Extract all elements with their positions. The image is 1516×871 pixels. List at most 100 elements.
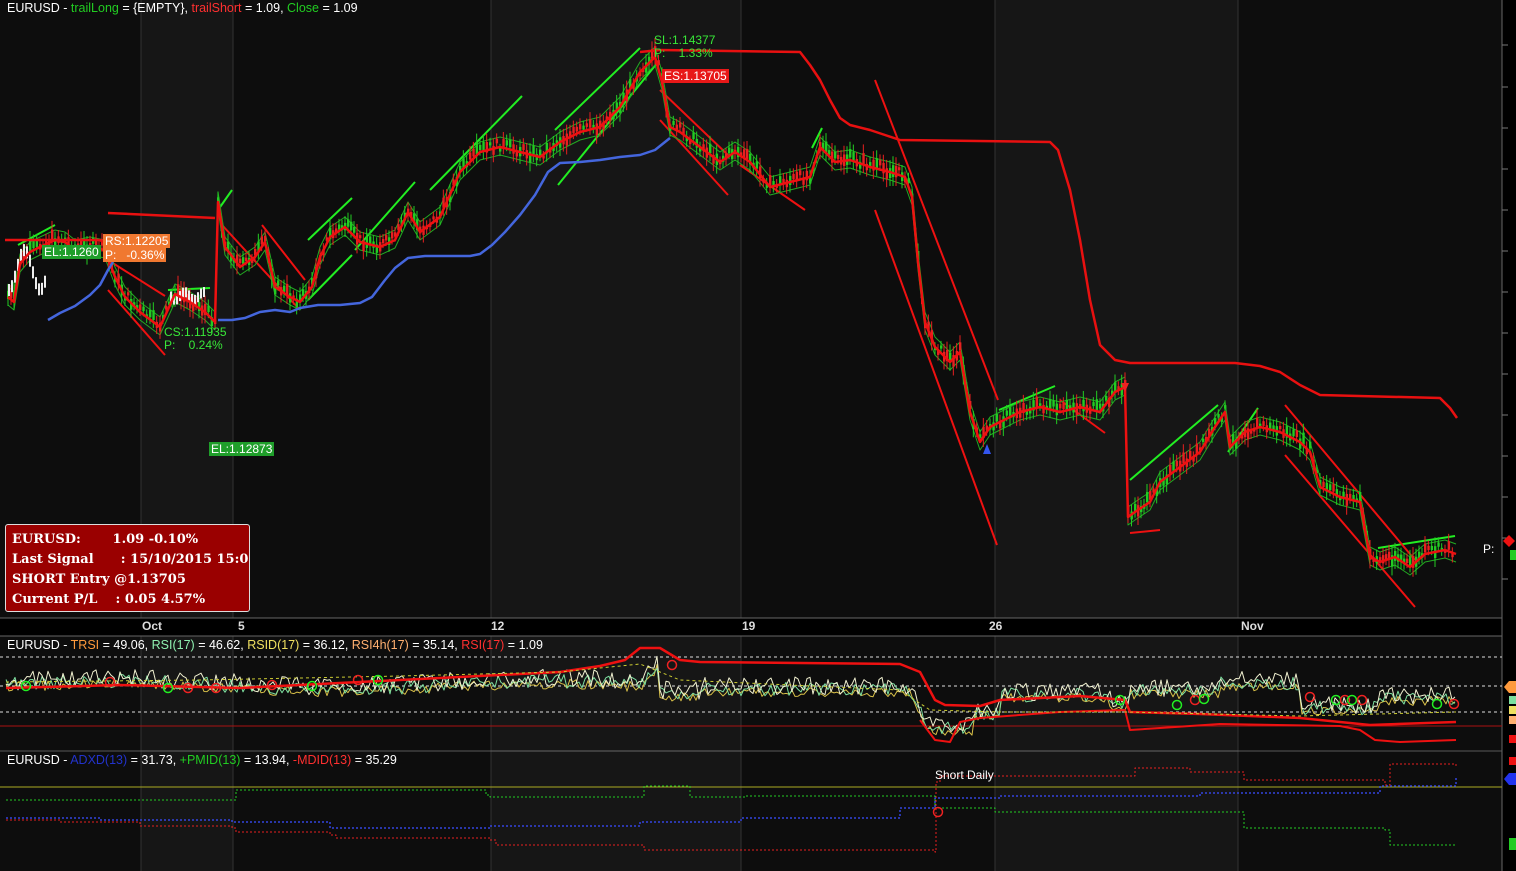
price-chart[interactable] [0, 0, 1516, 871]
candle-body-white [11, 280, 13, 293]
candle-body [1332, 484, 1335, 492]
candle-body [142, 306, 145, 312]
adx-header-segment: = 13.94, [240, 753, 293, 767]
candle-body [959, 342, 962, 351]
candle-body [679, 122, 682, 128]
candle-body [522, 144, 525, 151]
rsi-right-marker-red [1509, 735, 1516, 743]
info-line-2: Last Signal : 15/10/2015 15:0 [12, 552, 249, 567]
candle-body-white [194, 294, 196, 305]
candle-body [479, 144, 482, 151]
candle-body [1406, 558, 1409, 563]
main-header-segment: = 1.09, [241, 1, 288, 15]
candle-body [837, 154, 840, 160]
x-axis-label-19: 19 [742, 619, 756, 633]
info-line-1: EURUSD: 1.09 -0.10% [12, 532, 199, 547]
candle-body [264, 235, 267, 241]
adx-header-segment: = 35.29 [351, 753, 397, 767]
candle-body-white [35, 277, 37, 290]
candle-body [789, 175, 792, 185]
candle-body [1217, 414, 1220, 418]
candle-body [572, 126, 575, 133]
candle-body [152, 310, 155, 320]
right-pl-label: P: [1483, 542, 1495, 556]
signal-cs-1-pl: P: 0.24% [164, 338, 223, 352]
candle-body [532, 145, 535, 155]
candle-body [32, 241, 35, 249]
signal-es-1: ES:1.13705 [662, 69, 729, 83]
candle-body [207, 305, 210, 313]
rsi-right-marker-yellow [1509, 706, 1516, 714]
short-daily-annotation: Short Daily [935, 768, 994, 782]
candle-body [582, 125, 585, 130]
candle-body-white [44, 275, 46, 288]
candle-body-white [185, 287, 187, 298]
rsi-header-segment: = 49.06, [99, 638, 152, 652]
right-pl-marker [1510, 550, 1516, 560]
candle-body [1430, 545, 1434, 551]
candle-body [489, 142, 492, 146]
candle-body [1055, 403, 1059, 416]
signal-rs-1-pl: P: -0.36% [103, 248, 167, 262]
candle-body-white [14, 270, 16, 283]
candle-body-white [197, 292, 199, 303]
candle-body [575, 126, 579, 132]
candle-body [1092, 402, 1095, 407]
rsi-header-segment: = 36.12, [299, 638, 352, 652]
rsi-header-segment: EURUSD - [7, 638, 71, 652]
candle-body [792, 173, 795, 180]
candle-body [1082, 399, 1085, 412]
candle-body [127, 292, 130, 296]
candle-body [353, 227, 356, 233]
candle-body [499, 148, 502, 152]
candle-body [239, 258, 242, 264]
candle-body [302, 289, 305, 296]
candle-body [469, 152, 472, 160]
adx-right-marker-green [1509, 838, 1516, 850]
candle-body [579, 123, 582, 130]
candle-body [1349, 493, 1352, 499]
x-axis-label-26: 26 [989, 619, 1003, 633]
adx-header-segment: -MDID(13) [292, 753, 352, 767]
rsi-right-marker-green [1509, 696, 1516, 704]
rsi-header-segment: RSI(17) [151, 638, 195, 652]
candle-body [472, 148, 475, 157]
candle-body [1447, 541, 1451, 550]
candle-body-white [41, 282, 43, 295]
candle-body [1172, 461, 1175, 471]
candle-body [1175, 460, 1179, 467]
candle-body [347, 219, 350, 227]
candle-body [879, 160, 882, 166]
adx-header-segment: ADXD(13) [70, 753, 128, 767]
rsi-header-segment: RSI(17) [461, 638, 505, 652]
candle-body [1309, 441, 1312, 449]
candle-body [1279, 426, 1282, 430]
signal-el-1: EL:1.1260 [42, 245, 101, 259]
candle-body [1424, 543, 1427, 553]
candle-body [1437, 542, 1440, 547]
candle-body [139, 304, 142, 311]
signal-sl-1: SL:1.14377 [654, 33, 716, 47]
candle-body [834, 151, 837, 159]
signal-info-box: EURUSD: 1.09 -0.10% Last Signal : 15/10/2… [5, 524, 250, 612]
candle-body [692, 132, 695, 140]
main-panel-title: EURUSD - trailLong = {EMPTY}, trailShort… [7, 1, 358, 15]
rsi-right-marker-orange [1504, 681, 1516, 693]
candle-body [1295, 430, 1299, 438]
main-header-segment: Close [287, 1, 319, 15]
x-axis-label-oct: Oct [142, 619, 163, 633]
info-line-3: SHORT Entry @1.13705 [12, 572, 186, 587]
signal-cs-1: CS:1.11935 [164, 325, 227, 339]
candle-body [245, 257, 248, 261]
candle-body [585, 123, 589, 127]
candle-body [1049, 399, 1052, 410]
rsi-header-segment: RSID(17) [247, 638, 300, 652]
candle-body [709, 143, 712, 154]
candle-body [875, 158, 879, 168]
candle-body [1269, 422, 1272, 429]
candle-body [1005, 410, 1009, 416]
adx-right-marker-blue [1504, 773, 1516, 785]
candle-body [1059, 403, 1062, 409]
rsi-header-segment: = 35.14, [408, 638, 462, 652]
rsi-right-marker-peach [1509, 716, 1516, 724]
